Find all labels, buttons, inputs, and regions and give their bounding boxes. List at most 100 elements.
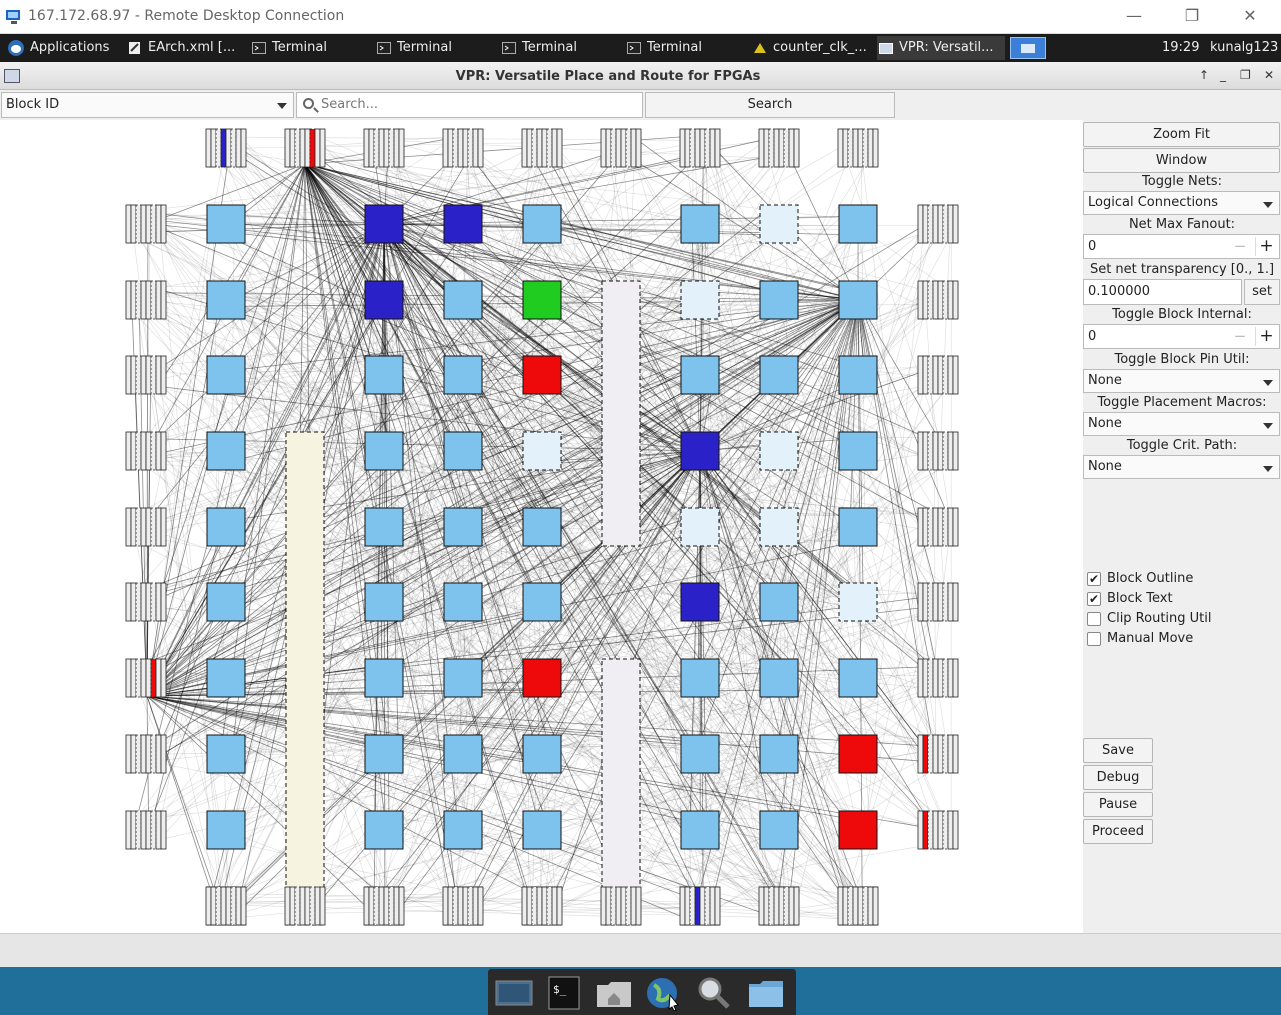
- io-block[interactable]: [125, 507, 167, 547]
- clb-block[interactable]: [680, 582, 720, 622]
- clip-routing-util-checkbox[interactable]: Clip Routing Util: [1087, 610, 1212, 628]
- increment-button[interactable]: +: [1255, 237, 1277, 256]
- clb-block[interactable]: [206, 810, 246, 850]
- io-block[interactable]: [917, 507, 959, 547]
- multiplier-block[interactable]: [601, 658, 641, 926]
- io-block[interactable]: [917, 280, 959, 320]
- net-transparency-input[interactable]: 0.100000: [1083, 279, 1242, 305]
- io-block[interactable]: [125, 280, 167, 320]
- toggle-block-internal-spinner[interactable]: 0 − +: [1083, 324, 1280, 349]
- clb-block[interactable]: [680, 280, 720, 320]
- clb-block[interactable]: [680, 658, 720, 698]
- search-button[interactable]: Search: [645, 92, 895, 118]
- io-block[interactable]: [917, 658, 959, 698]
- zoom-fit-button[interactable]: Zoom Fit: [1083, 122, 1280, 147]
- clb-block[interactable]: [759, 658, 799, 698]
- clb-block[interactable]: [838, 204, 878, 244]
- io-block[interactable]: [363, 886, 405, 926]
- io-block[interactable]: [837, 886, 879, 926]
- desktop-icon[interactable]: [494, 975, 534, 1011]
- pause-button[interactable]: Pause: [1083, 792, 1153, 817]
- clb-block[interactable]: [364, 431, 404, 471]
- clb-block[interactable]: [206, 431, 246, 471]
- set-transparency-button[interactable]: set: [1244, 279, 1280, 305]
- increment-button[interactable]: +: [1255, 327, 1277, 346]
- taskbar-item-counter-clk[interactable]: counter_clk_...: [751, 36, 875, 60]
- block-id-select[interactable]: Block ID: [1, 92, 294, 118]
- io-block[interactable]: [917, 734, 959, 774]
- clb-block[interactable]: [443, 582, 483, 622]
- clb-block[interactable]: [364, 355, 404, 395]
- toggle-macros-select[interactable]: None: [1083, 412, 1280, 436]
- io-block[interactable]: [600, 886, 642, 926]
- clb-block[interactable]: [443, 658, 483, 698]
- clb-block[interactable]: [206, 507, 246, 547]
- close-button[interactable]: ✕: [1230, 4, 1270, 28]
- io-block[interactable]: [205, 886, 247, 926]
- taskbar-item-vpr[interactable]: VPR: Versatil...: [877, 36, 1005, 60]
- clb-block[interactable]: [759, 582, 799, 622]
- clb-block[interactable]: [522, 280, 562, 320]
- clb-block[interactable]: [364, 204, 404, 244]
- window-button[interactable]: Window: [1083, 148, 1280, 173]
- io-block[interactable]: [125, 734, 167, 774]
- terminal-icon[interactable]: $_: [544, 975, 584, 1011]
- clb-block[interactable]: [759, 810, 799, 850]
- clb-block[interactable]: [364, 507, 404, 547]
- io-block[interactable]: [679, 886, 721, 926]
- clb-block[interactable]: [443, 507, 483, 547]
- io-block[interactable]: [917, 431, 959, 471]
- block-text-checkbox[interactable]: ✔ Block Text: [1087, 590, 1173, 608]
- decrement-button[interactable]: −: [1229, 327, 1251, 346]
- clb-block[interactable]: [759, 355, 799, 395]
- toggle-nets-select[interactable]: Logical Connections: [1083, 191, 1280, 215]
- taskbar-item-terminal-4[interactable]: Terminal: [625, 36, 745, 60]
- folder-icon[interactable]: [746, 975, 786, 1011]
- user-name[interactable]: kunalg123: [1210, 36, 1278, 60]
- io-block[interactable]: [205, 128, 247, 168]
- clb-block[interactable]: [838, 507, 878, 547]
- clb-block[interactable]: [680, 431, 720, 471]
- clb-block[interactable]: [680, 204, 720, 244]
- clb-block[interactable]: [443, 810, 483, 850]
- clb-block[interactable]: [759, 280, 799, 320]
- taskbar-item-terminal-2[interactable]: Terminal: [375, 36, 495, 60]
- clb-block[interactable]: [522, 431, 562, 471]
- clb-block[interactable]: [206, 734, 246, 774]
- fpga-layout[interactable]: [0, 120, 1083, 933]
- clb-block[interactable]: [680, 355, 720, 395]
- clb-block[interactable]: [680, 734, 720, 774]
- home-folder-icon[interactable]: [594, 975, 634, 1011]
- clb-block[interactable]: [522, 204, 562, 244]
- clb-block[interactable]: [364, 810, 404, 850]
- clb-block[interactable]: [838, 734, 878, 774]
- clb-block[interactable]: [680, 810, 720, 850]
- proceed-button[interactable]: Proceed: [1083, 819, 1153, 844]
- clb-block[interactable]: [838, 431, 878, 471]
- manual-move-checkbox[interactable]: Manual Move: [1087, 630, 1193, 648]
- clb-block[interactable]: [364, 280, 404, 320]
- io-block[interactable]: [442, 128, 484, 168]
- io-block[interactable]: [363, 128, 405, 168]
- io-block[interactable]: [679, 128, 721, 168]
- clb-block[interactable]: [522, 734, 562, 774]
- close-icon[interactable]: ✕: [1264, 68, 1274, 82]
- clb-block[interactable]: [680, 507, 720, 547]
- io-block[interactable]: [758, 128, 800, 168]
- maximize-button[interactable]: ❐: [1172, 4, 1212, 28]
- clb-block[interactable]: [206, 280, 246, 320]
- io-block[interactable]: [125, 355, 167, 395]
- clb-block[interactable]: [364, 658, 404, 698]
- clb-block[interactable]: [759, 734, 799, 774]
- debug-button[interactable]: Debug: [1083, 765, 1153, 790]
- clb-block[interactable]: [443, 280, 483, 320]
- show-desktop-button[interactable]: [1010, 37, 1046, 59]
- taskbar-item-terminal-3[interactable]: Terminal: [500, 36, 620, 60]
- clb-block[interactable]: [838, 810, 878, 850]
- clb-block[interactable]: [522, 507, 562, 547]
- decrement-button[interactable]: −: [1229, 237, 1251, 256]
- save-button[interactable]: Save: [1083, 738, 1153, 763]
- clb-block[interactable]: [759, 204, 799, 244]
- browser-icon[interactable]: [644, 975, 684, 1011]
- io-block[interactable]: [917, 204, 959, 244]
